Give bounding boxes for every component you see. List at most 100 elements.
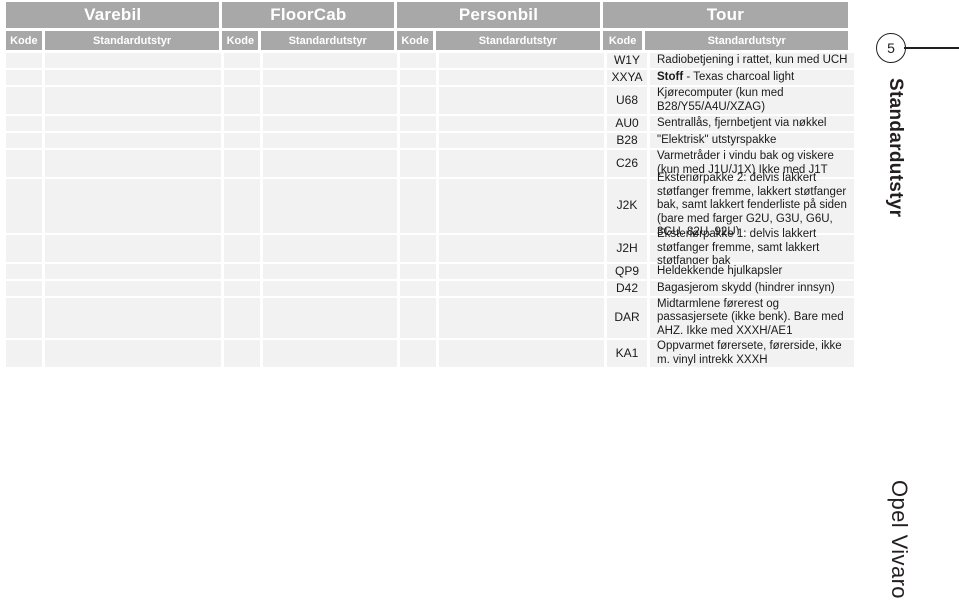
cell-description-empty — [439, 70, 604, 85]
group-header-varebil: Varebil — [6, 2, 220, 28]
cell-kode-empty — [6, 133, 42, 148]
group-header-tour: Tour — [602, 2, 849, 28]
standard-equipment-table: Varebil FloorCab Personbil Tour Kode Sta… — [6, 2, 854, 367]
cell-kode-empty — [400, 340, 436, 367]
cell-kode-empty — [400, 133, 436, 148]
cell-kode-empty — [224, 340, 260, 367]
cell-description: "Elektrisk" utstyrspakke — [650, 133, 854, 148]
cell-description: Kjørecomputer (kun med B28/Y55/A4U/XZAG) — [650, 87, 854, 114]
cell-description: Bagasjerom skydd (hindrer innsyn) — [650, 281, 854, 296]
cell-kode-empty — [6, 150, 42, 177]
cell-kode-empty — [6, 264, 42, 279]
cell-kode-empty — [400, 298, 436, 338]
cell-description: Midtarmlene førerest og passasjersete (i… — [650, 298, 854, 338]
cell-description-empty — [439, 116, 604, 131]
column-group-floorcab — [224, 53, 397, 367]
cell-kode-empty — [224, 116, 260, 131]
cell-description-empty — [263, 264, 397, 279]
cell-description-empty — [439, 340, 604, 367]
cell-kode-empty — [6, 116, 42, 131]
cell-description-empty — [45, 116, 221, 131]
cell-description-empty — [45, 235, 221, 262]
cell-kode-empty — [6, 281, 42, 296]
cell-kode-empty — [6, 340, 42, 367]
column-desc-personbil — [439, 53, 604, 367]
cell-kode-empty — [6, 179, 42, 233]
page-marker: 5 — [876, 33, 959, 63]
cell-description-empty — [439, 133, 604, 148]
cell-description: Radiobetjening i rattet, kun med UCH — [650, 53, 854, 68]
cell-description-empty — [263, 116, 397, 131]
cell-description-empty — [45, 298, 221, 338]
cell-kode-empty — [6, 298, 42, 338]
column-desc-tour: Radiobetjening i rattet, kun med UCH Stof… — [650, 53, 854, 367]
cell-kode-empty — [400, 53, 436, 68]
cell-kode-empty — [224, 264, 260, 279]
cell-description-empty — [45, 179, 221, 233]
column-desc-floorcab — [263, 53, 397, 367]
cell-kode-empty — [6, 53, 42, 68]
subheader-kode-tour: Kode — [602, 31, 643, 50]
group-header-floorcab: FloorCab — [222, 2, 395, 28]
description-text: - Texas charcoal light — [683, 70, 795, 83]
column-group-varebil — [6, 53, 221, 367]
cell-kode-empty — [400, 116, 436, 131]
cell-description: Stoff - Texas charcoal light — [650, 70, 854, 85]
table-subheader-row: Kode Standardutstyr Kode Standardutstyr … — [6, 31, 848, 50]
cell-kode-empty — [224, 298, 260, 338]
cell-description-empty — [439, 235, 604, 262]
cell-kode-empty — [400, 281, 436, 296]
document-page: Varebil FloorCab Personbil Tour Kode Sta… — [0, 0, 959, 616]
cell-kode-empty — [400, 87, 436, 114]
column-group-personbil — [400, 53, 604, 367]
cell-kode-empty — [400, 150, 436, 177]
column-kode-tour: W1Y XXYA U68 AU0 B28 C26 J2K J2H QP9 D42 DAR KA1 — [607, 53, 647, 367]
cell-kode-empty — [224, 150, 260, 177]
cell-kode: QP9 — [607, 264, 647, 279]
cell-description: Eksteriørpakke 1: delvis lakkert støtfan… — [650, 228, 854, 267]
column-kode-floorcab — [224, 53, 260, 367]
cell-description-empty — [263, 235, 397, 262]
cell-kode-empty — [6, 87, 42, 114]
cell-kode-empty — [224, 70, 260, 85]
column-group-tour: W1Y XXYA U68 AU0 B28 C26 J2K J2H QP9 D42 DAR KA1 Ra… — [607, 53, 854, 367]
cell-kode-empty — [400, 179, 436, 233]
cell-description: Eksteriørpakke 2: delvis lakkert støtfan… — [650, 172, 854, 238]
subheader-desc-varebil: Standardutstyr — [44, 31, 220, 50]
cell-description-empty — [45, 53, 221, 68]
cell-description-empty — [263, 87, 397, 114]
cell-description-empty — [439, 281, 604, 296]
section-label: Standardutstyr — [885, 78, 906, 218]
subheader-desc-tour: Standardutstyr — [645, 31, 848, 50]
cell-kode-empty — [224, 281, 260, 296]
cell-kode: B28 — [607, 133, 647, 148]
brand-label: Opel Vivaro — [887, 480, 912, 599]
cell-description-empty — [45, 340, 221, 367]
cell-description-empty — [45, 70, 221, 85]
page-number: 5 — [876, 33, 906, 63]
cell-kode: U68 — [607, 87, 647, 114]
cell-description-empty — [45, 133, 221, 148]
cell-kode-empty — [6, 70, 42, 85]
cell-kode: C26 — [607, 150, 647, 177]
cell-kode-empty — [400, 70, 436, 85]
subheader-kode-varebil: Kode — [6, 31, 42, 50]
cell-description-empty — [263, 133, 397, 148]
cell-description-empty — [439, 150, 604, 177]
cell-kode: J2H — [607, 235, 647, 262]
table-body: W1Y XXYA U68 AU0 B28 C26 J2K J2H QP9 D42 DAR KA1 Ra… — [6, 53, 854, 367]
page-marker-rule — [904, 47, 959, 49]
cell-kode: DAR — [607, 298, 647, 338]
cell-description-empty — [263, 281, 397, 296]
column-desc-varebil — [45, 53, 221, 367]
cell-description-empty — [439, 298, 604, 338]
cell-kode: XXYA — [607, 70, 647, 85]
cell-kode-empty — [224, 87, 260, 114]
cell-description-empty — [263, 340, 397, 367]
column-kode-varebil — [6, 53, 42, 367]
cell-kode: W1Y — [607, 53, 647, 68]
subheader-kode-floorcab: Kode — [222, 31, 259, 50]
cell-description-empty — [45, 281, 221, 296]
cell-kode-empty — [400, 235, 436, 262]
group-header-personbil: Personbil — [397, 2, 600, 28]
